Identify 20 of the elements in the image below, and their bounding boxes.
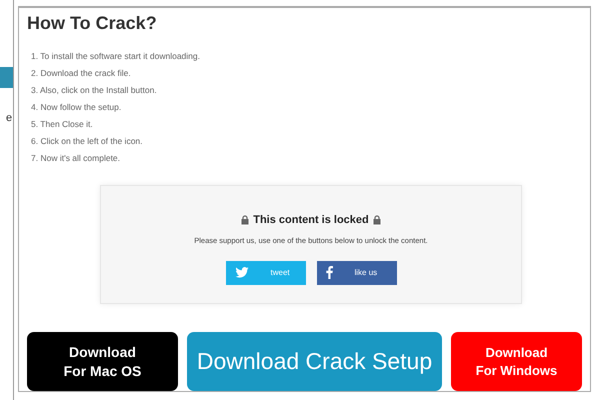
windows-download-button[interactable]: Download For Windows bbox=[451, 332, 582, 391]
locked-title: This content is locked bbox=[253, 213, 369, 228]
facebook-icon bbox=[326, 266, 332, 280]
step-text: 5. Then Close it. bbox=[31, 118, 94, 131]
sidebar-text: e bbox=[6, 111, 13, 126]
like-button[interactable]: like us bbox=[316, 260, 396, 285]
sidebar-tab[interactable] bbox=[0, 67, 13, 88]
step-text: 1. To install the software start it downloading. bbox=[31, 50, 201, 63]
tweet-button[interactable]: tweet bbox=[226, 260, 306, 285]
lock-icon bbox=[241, 215, 250, 226]
step-text: 7. Now it's all complete. bbox=[31, 152, 122, 165]
step-text: 3. Also, click on the Install button. bbox=[31, 84, 158, 97]
step-text: 2. Download the crack file. bbox=[31, 67, 132, 80]
step-text: 6. Click on the left of the icon. bbox=[31, 135, 144, 148]
crack-download-button[interactable]: Download Crack Setup bbox=[187, 332, 442, 391]
step-text: 4. Now follow the setup. bbox=[31, 101, 122, 114]
mac-download-button[interactable]: Download For Mac OS bbox=[27, 332, 178, 391]
article-title: How To Crack? bbox=[27, 12, 158, 34]
bird-icon bbox=[234, 267, 248, 278]
lock-icon bbox=[372, 215, 381, 226]
